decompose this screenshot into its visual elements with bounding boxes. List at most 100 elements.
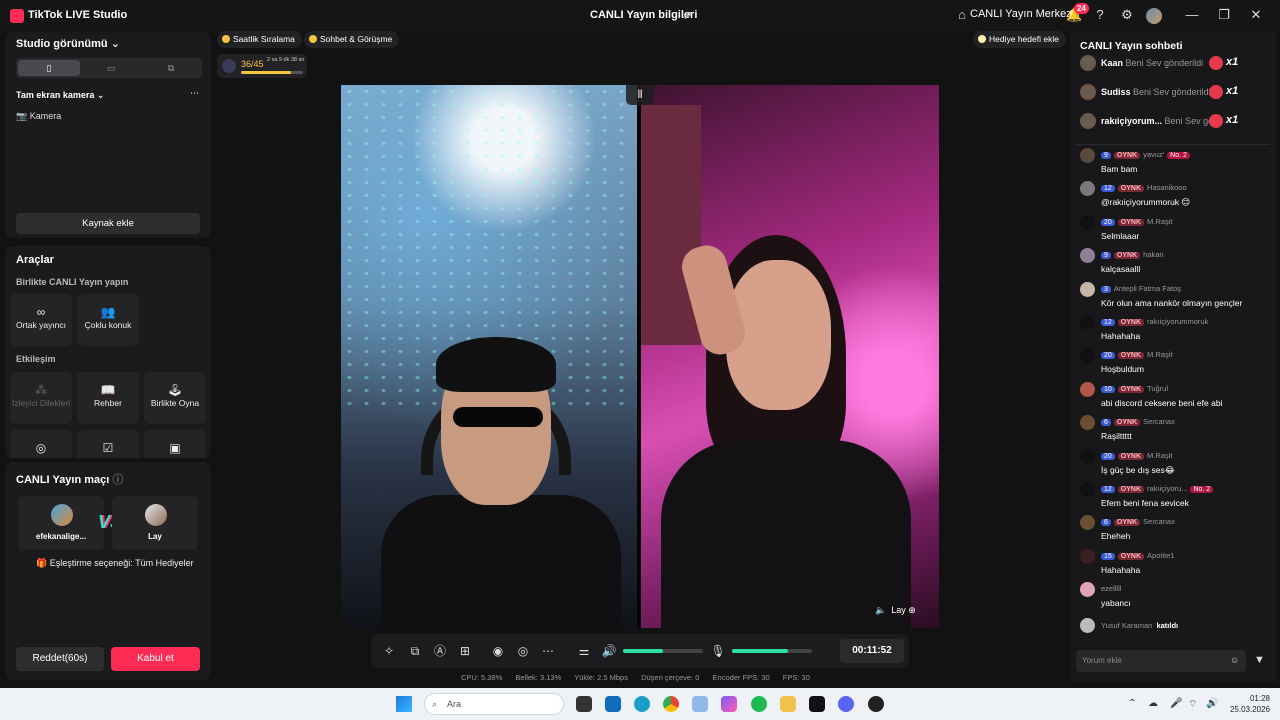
username[interactable]: M.Raşit <box>1147 350 1172 359</box>
username[interactable]: rakıiçiyorummoruk <box>1147 317 1208 326</box>
gift-goal-widget[interactable]: 36/45 2 sa 9 dk 38 sn <box>217 54 307 78</box>
speaker-icon[interactable]: 🔊 <box>601 643 617 659</box>
gift-goal-pill[interactable]: Hediye hedefi ekle <box>973 31 1066 48</box>
maximize-icon[interactable]: ❐ <box>1216 7 1232 23</box>
more-icon[interactable]: ⋯ <box>540 643 556 659</box>
app-icon[interactable] <box>868 696 884 712</box>
username[interactable]: Tuğrul <box>1147 384 1168 393</box>
volume-icon[interactable]: 🔊 <box>1206 698 1218 709</box>
username[interactable]: M.Raşit <box>1147 217 1172 226</box>
play-together-button[interactable]: 🕹 Birlikte Oyna <box>144 372 206 424</box>
tool-item[interactable]: ◎ <box>10 430 72 458</box>
message-meta: 9 OYNK hakan <box>1101 250 1164 260</box>
effects-icon[interactable]: ◎ <box>515 643 531 659</box>
system-clock[interactable]: 01:28 25.03.2026 <box>1226 693 1270 715</box>
more-icon[interactable]: ⋯ <box>190 88 199 99</box>
chat-icon <box>309 35 317 43</box>
add-media-icon[interactable]: ⊞ <box>457 643 473 659</box>
wifi-icon[interactable]: ⌔ <box>1188 698 1197 711</box>
speaker-volume-slider[interactable] <box>623 649 703 653</box>
filter-icon[interactable]: ▼ <box>1254 654 1265 666</box>
guest-label[interactable]: 🔈 Lay ⊕ <box>875 605 916 616</box>
fan-badge: OYNK <box>1117 218 1145 226</box>
camera-source-item[interactable]: 📷 Kamera <box>16 111 61 122</box>
reject-button[interactable]: Reddet(60s) <box>16 647 104 671</box>
username[interactable]: rakıiçiyoru... <box>1147 484 1187 493</box>
viewer-wishes-button[interactable]: ⁂ İzleyici Dilekleri <box>10 372 72 424</box>
username[interactable]: ezelllll <box>1101 584 1121 593</box>
magic-icon[interactable]: ✧ <box>381 643 397 659</box>
live-preview[interactable]: ⦀ 🔈 Lay ⊕ <box>341 85 939 628</box>
taskbar-search[interactable]: ⌕ Ara <box>424 693 564 715</box>
help-icon[interactable]: ? <box>1092 7 1108 23</box>
username[interactable]: Sercanax <box>1143 417 1175 426</box>
check-icon: ☑ <box>102 441 114 455</box>
add-source-button[interactable]: Kaynak ekle <box>16 213 200 234</box>
mic-icon[interactable]: 🎙 <box>710 643 726 659</box>
clock-time: 01:28 <box>1249 694 1270 703</box>
mic-volume-slider[interactable] <box>732 649 812 653</box>
portrait-layout-button[interactable]: ▯ <box>18 60 80 76</box>
taskbar-search-label: Ara <box>447 699 462 709</box>
emoji-icon[interactable]: ☺ <box>1230 655 1239 665</box>
multi-guest-button[interactable]: 👥 Çoklu konuk <box>77 294 139 346</box>
app-icon[interactable] <box>692 696 708 712</box>
username[interactable]: Apotite1 <box>1147 551 1175 560</box>
match-title: CANLI Yayın maçı ⓘ <box>16 471 123 487</box>
rose-gift-icon <box>1209 114 1223 128</box>
discord-icon[interactable] <box>838 696 854 712</box>
task-view-icon[interactable] <box>576 696 592 712</box>
username[interactable]: Antepli Fatma Fatoş <box>1114 284 1181 293</box>
layout-segment: ▯ ▭ ⧉ <box>16 58 202 78</box>
live-center-link[interactable]: CANLI Yayın Merkezi <box>970 8 1074 20</box>
username[interactable]: Sercanax <box>1143 517 1175 526</box>
guide-button[interactable]: 📖 Rehber <box>77 372 139 424</box>
minimize-icon[interactable]: — <box>1184 7 1200 23</box>
gear-icon[interactable]: ⚙ <box>1119 7 1135 23</box>
close-icon[interactable]: ✕ <box>1248 7 1264 23</box>
folder-icon[interactable] <box>780 696 796 712</box>
username[interactable]: yavuz' <box>1143 150 1164 159</box>
split-handle-icon[interactable]: ⦀ <box>626 85 654 105</box>
gift-row: Kaan Beni Sev gönderildi x1 <box>1076 52 1272 76</box>
record-icon[interactable]: ◉ <box>490 643 506 659</box>
camera-section-title[interactable]: Tam ekran kamera ⌄ <box>16 90 104 101</box>
caption-icon[interactable]: ⧉ <box>407 643 423 659</box>
message-meta: 12 OYNK rakıiçiyoru... No. 2 <box>1101 484 1214 493</box>
dropped-frames-stat: Düşen çerçeve: 0 <box>641 673 700 682</box>
guest-name: Lay <box>891 605 906 615</box>
windows-start-icon[interactable] <box>396 696 412 712</box>
username[interactable]: hakan <box>1143 250 1163 259</box>
tool-item[interactable]: ☑ <box>77 430 139 458</box>
tool-item[interactable]: ▣ <box>144 430 206 458</box>
opponent-card[interactable]: Lay <box>112 496 198 550</box>
landscape-layout-button[interactable]: ▭ <box>80 60 142 76</box>
copilot-icon[interactable] <box>721 696 737 712</box>
chrome-icon[interactable] <box>663 696 679 712</box>
username[interactable]: M.Raşit <box>1147 451 1172 460</box>
co-host-button[interactable]: ∞ Ortak yayıncı <box>10 294 72 346</box>
chevron-up-icon[interactable]: ⌃ <box>1128 698 1136 709</box>
message-text: Eheheh <box>1101 531 1131 542</box>
chat-call-pill[interactable]: Sohbet & Görüşme <box>304 31 400 48</box>
guest-person <box>651 235 911 628</box>
edge-icon[interactable] <box>634 696 650 712</box>
home-icon[interactable]: ⌂ <box>954 7 970 23</box>
studio-view-dropdown[interactable]: Studio görünümü ⌄ <box>16 37 120 50</box>
mic-icon[interactable]: 🎤 <box>1170 698 1182 709</box>
player-card[interactable]: efekanalige... <box>18 496 104 550</box>
tiktok-icon[interactable] <box>809 696 825 712</box>
accept-button[interactable]: Kabul et <box>111 647 200 671</box>
cloud-icon[interactable]: ☁ <box>1148 698 1158 709</box>
ai-icon[interactable]: Ⓐ <box>432 643 448 659</box>
hourly-ranking-pill[interactable]: Saatlik Sıralama <box>217 31 302 48</box>
username[interactable]: Hasanikooo <box>1147 183 1187 192</box>
avatar[interactable] <box>1146 8 1162 24</box>
settings-sliders-icon[interactable]: ⚌ <box>576 643 592 659</box>
info-icon[interactable]: ⓘ <box>112 474 123 486</box>
comment-input[interactable]: Yorum ekle <box>1076 650 1246 672</box>
spotify-icon[interactable] <box>751 696 767 712</box>
outlook-icon[interactable] <box>605 696 621 712</box>
share-icon[interactable]: ⇗ <box>682 8 692 22</box>
stacked-layout-button[interactable]: ⧉ <box>140 60 202 76</box>
